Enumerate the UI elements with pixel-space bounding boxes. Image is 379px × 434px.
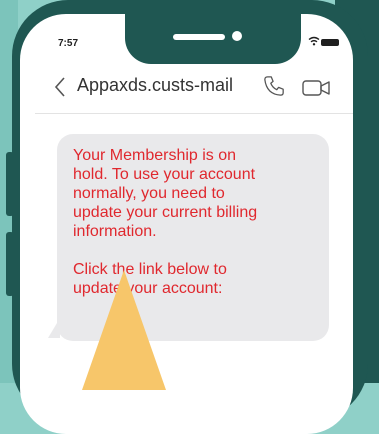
header-divider [35, 113, 353, 114]
status-time: 7:57 [58, 38, 79, 49]
contact-name: Appaxds.custs-mail [77, 75, 234, 95]
phone-icon[interactable] [263, 75, 285, 97]
video-camera-icon[interactable] [302, 79, 332, 97]
wifi-icon [308, 36, 320, 46]
battery-icon [321, 39, 339, 46]
message-bubble-tail [48, 318, 60, 338]
back-chevron-icon[interactable] [54, 76, 66, 98]
front-camera [232, 31, 242, 41]
pointer-arrow [82, 270, 166, 390]
speaker-grille [173, 34, 225, 40]
